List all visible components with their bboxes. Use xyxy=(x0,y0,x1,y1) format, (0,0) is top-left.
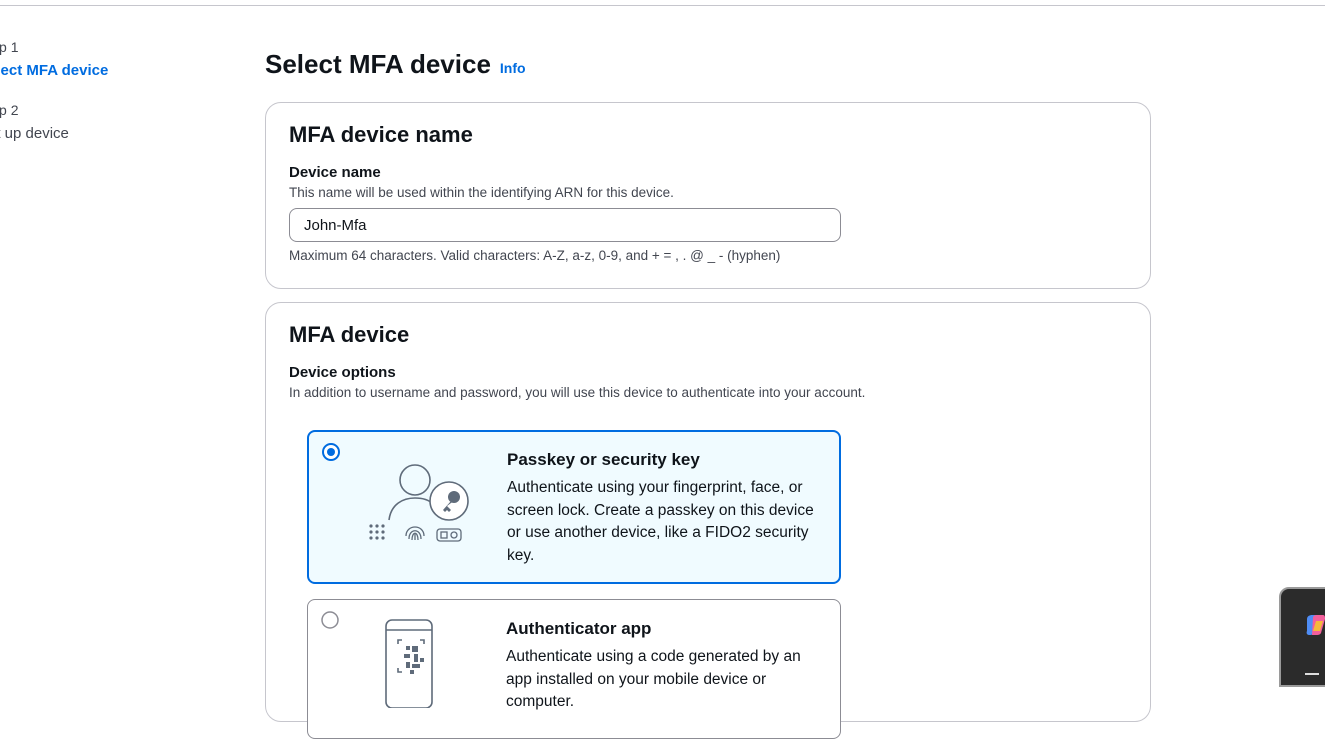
step-1: Step 1 Select MFA device xyxy=(0,38,178,82)
page-header: Select MFA device Info xyxy=(265,49,526,80)
step-2-title: Set up device xyxy=(0,125,69,142)
container-title: MFA device name xyxy=(289,122,473,147)
option-tile-passkey[interactable]: Passkey or security key Authenticate usi… xyxy=(307,430,841,584)
passkey-illustration-icon xyxy=(369,464,469,542)
device-name-input[interactable] xyxy=(289,208,841,242)
phone-qr-illustration-icon xyxy=(385,619,433,708)
step-1-title[interactable]: Select MFA device xyxy=(0,60,178,82)
copilot-logo-icon xyxy=(1306,615,1325,635)
header-divider xyxy=(0,5,1325,6)
device-options-description: In addition to username and password, yo… xyxy=(289,385,866,400)
step-1-number: Step 1 xyxy=(0,39,19,55)
device-options-label: Device options xyxy=(289,364,396,381)
wizard-steps-nav: Step 1 Select MFA device Step 2 Set up d… xyxy=(0,38,178,145)
floating-assistant-widget[interactable] xyxy=(1279,587,1325,687)
step-2: Step 2 Set up device xyxy=(0,101,178,145)
minimize-icon[interactable] xyxy=(1305,673,1319,675)
option-title: Authenticator app xyxy=(506,619,652,638)
device-name-label: Device name xyxy=(289,164,381,181)
container-title: MFA device xyxy=(289,322,410,347)
device-name-constraint: Maximum 64 characters. Valid characters:… xyxy=(289,248,781,263)
radio-selected-icon[interactable] xyxy=(322,443,340,461)
info-link[interactable]: Info xyxy=(500,60,526,76)
mfa-device-name-container: MFA device name Device name This name wi… xyxy=(265,102,1151,289)
device-name-description: This name will be used within the identi… xyxy=(289,185,674,200)
option-description: Authenticate using your fingerprint, fac… xyxy=(507,479,814,564)
radio-unselected-icon[interactable] xyxy=(321,611,339,629)
page-title: Select MFA device xyxy=(265,49,491,79)
step-2-number: Step 2 xyxy=(0,102,19,118)
option-description: Authenticate using a code generated by a… xyxy=(506,648,801,710)
option-title: Passkey or security key xyxy=(507,450,700,469)
option-tile-authenticator-app[interactable]: Authenticator app Authenticate using a c… xyxy=(307,599,841,739)
mfa-device-container: MFA device Device options In addition to… xyxy=(265,302,1151,739)
